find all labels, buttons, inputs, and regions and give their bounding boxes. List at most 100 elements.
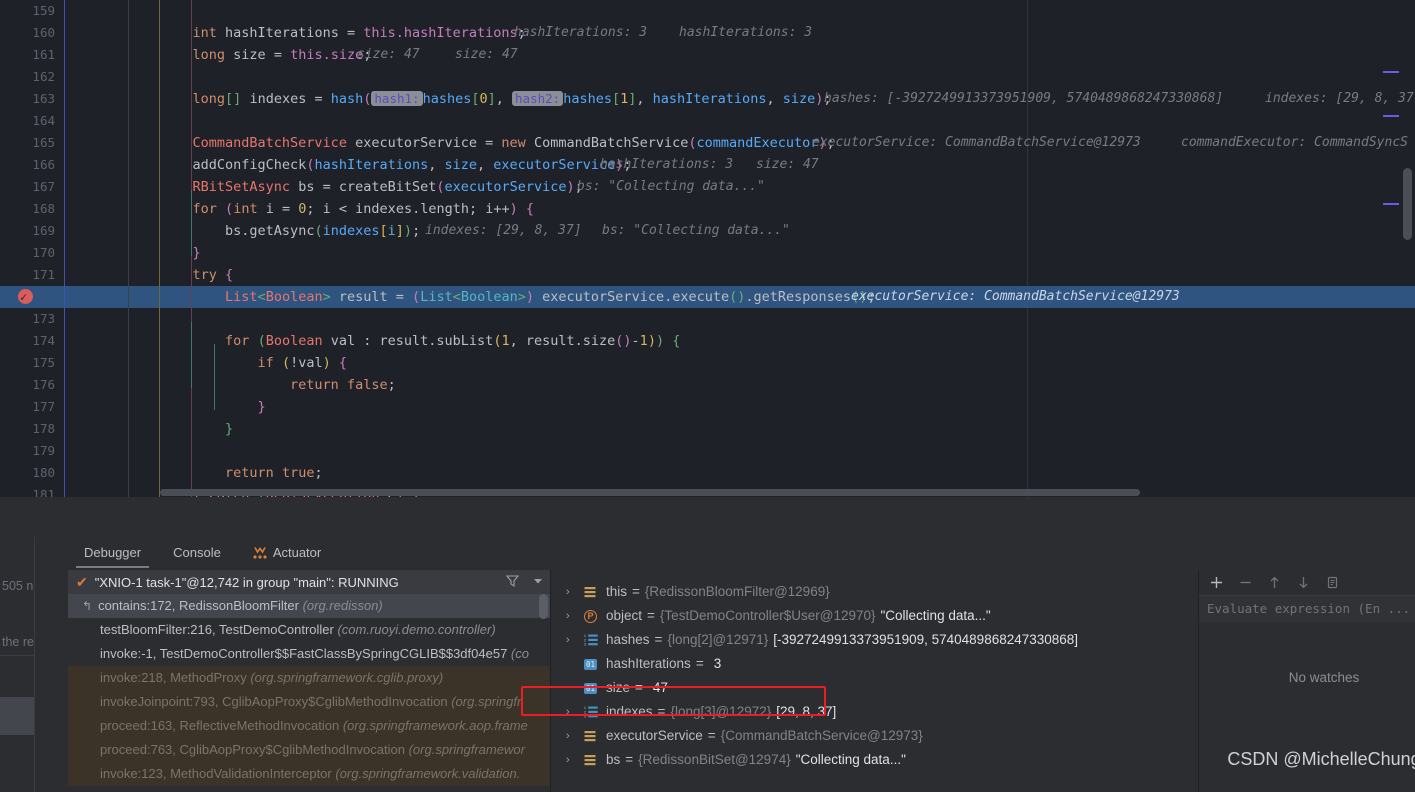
frames-scrollbar[interactable] [539,594,548,619]
code-line[interactable]: 165 CommandBatchService executorService … [0,132,1415,154]
breakpoint-icon[interactable] [18,286,33,308]
code-line[interactable]: 159 [0,0,1415,22]
code-line[interactable]: 162 [0,66,1415,88]
remove-icon[interactable] [1238,575,1253,590]
code-line[interactable]: 178 } [0,418,1415,440]
variable-row[interactable]: › 1 2 3 indexes = {long[3]@12972} [29, 8, 37] [554,700,1198,724]
code-fold-column[interactable] [128,396,160,418]
code-fold-column[interactable] [128,88,160,110]
debug-tab-strip: Debugger Console Actuator [68,537,337,568]
code-token: size [582,333,616,349]
stack-frame-item[interactable]: testBloomFilter:216, TestDemoController … [68,618,550,642]
code-line[interactable]: 173 [0,308,1415,330]
code-line[interactable]: 180 return true; [0,462,1415,484]
code-token: ; i [306,201,339,217]
variable-row[interactable]: › bs = {RedissonBitSet@12974} "Collecting da… [554,748,1198,772]
code-line[interactable]: 179 [0,440,1415,462]
add-icon[interactable] [1209,575,1224,590]
variable-row[interactable]: 01 size = 47 [554,676,1198,700]
code-token: [ [225,91,234,107]
code-line[interactable]: 174 for (Boolean val : result.subList(1,… [0,330,1415,352]
variable-row[interactable]: › Pobject = {TestDemoController$User@12970}… [554,604,1198,628]
frame-method: invoke:-1, TestDemoController$$FastClass… [100,646,511,661]
code-line[interactable]: 161 long size = this.size; size: 47 size: … [0,44,1415,66]
code-fold-column[interactable] [128,44,160,66]
code-line[interactable]: 175 if (!val) { [0,352,1415,374]
code-line[interactable]: 167 RBitSetAsync bs = createBitSet(execu… [0,176,1415,198]
code-token: ] [487,91,496,107]
variable-row[interactable]: 01 hashIterations = 3 [554,652,1198,676]
code-fold-column[interactable] [128,308,160,330]
stack-frame-item[interactable]: invokeJoinpoint:793, CglibAopProxy$Cglib… [68,690,550,714]
stack-frame-item[interactable]: ↰ contains:172, RedissonBloomFilter (org.… [68,594,550,618]
code-fold-column[interactable] [128,418,160,440]
code-line[interactable]: List<Boolean> result = (List<Boolean>) e… [0,286,1415,308]
frames-variables-divider[interactable] [550,570,551,792]
stack-frame-item[interactable]: proceed:163, ReflectiveMethodInvocation … [68,714,550,738]
thread-label: "XNIO-1 task-1"@12,742 in group "main": … [94,574,399,590]
variables-panel[interactable]: › this = {RedissonBloomFilter@12969} › Pobjec… [554,570,1198,792]
code-line[interactable]: 166 addConfigCheck(hashIterations, size,… [0,154,1415,176]
code-fold-column[interactable] [128,198,160,220]
code-fold-column[interactable] [128,264,160,286]
gutter-marker-column [64,22,128,44]
code-fold-column[interactable] [128,330,160,352]
code-fold-column[interactable] [128,462,160,484]
code-fold-column[interactable] [128,154,160,176]
variable-row[interactable]: › this = {RedissonBloomFilter@12969} [554,580,1198,604]
filter-icon[interactable] [505,573,520,588]
editor-vertical-scrollbar[interactable] [1403,168,1412,240]
code-fold-column[interactable] [128,176,160,198]
code-fold-column[interactable] [128,242,160,264]
tab-console[interactable]: Console [157,537,237,568]
code-fold-column[interactable] [128,0,160,22]
expand-chevron-icon[interactable]: › [566,604,584,628]
stack-frame-item[interactable]: invoke:123, MethodValidationInterceptor … [68,762,550,786]
code-fold-column[interactable] [128,110,160,132]
tab-debugger[interactable]: Debugger [68,537,157,568]
code-token: ( [281,355,291,371]
tab-actuator[interactable]: Actuator [237,537,337,568]
expand-chevron-icon[interactable]: › [566,748,584,772]
code-line[interactable]: 164 [0,110,1415,132]
expand-chevron-icon[interactable]: › [566,580,584,604]
move-down-icon[interactable] [1296,575,1311,590]
code-fold-column[interactable] [128,132,160,154]
code-tokens: int hashIterations = this.hashIterations… [160,22,526,44]
code-line[interactable]: 176 return false; [0,374,1415,396]
expand-chevron-icon[interactable]: › [566,628,584,652]
stack-frame-item[interactable]: invoke:-1, TestDemoController$$FastClass… [68,642,550,666]
chevron-down-icon[interactable] [532,575,544,587]
code-fold-column[interactable] [128,286,160,308]
expand-chevron-icon[interactable]: › [566,700,584,724]
expand-chevron-icon[interactable]: › [566,724,584,748]
move-up-icon[interactable] [1267,575,1282,590]
code-line[interactable]: 171 try { [0,264,1415,286]
code-line[interactable]: 163 long[] indexes = hash(hash1: hashes[0… [0,88,1415,110]
code-editor[interactable]: 159 160 int hashIterations = this.hashIte… [0,0,1415,497]
variable-row[interactable]: › 1 2 3 hashes = {long[2]@12971} [-392724991337… [554,628,1198,652]
call-stack-list[interactable]: ↰ contains:172, RedissonBloomFilter (org.… [68,594,550,792]
stack-frame-item[interactable]: invoke:218, MethodProxy (org.springframe… [68,666,550,690]
code-fold-column[interactable] [128,484,160,497]
code-line[interactable]: 169 bs.getAsync(indexes[i]); indexes: [29… [0,220,1415,242]
stack-frame-item[interactable]: proceed:763, CglibAopProxy$CglibMethodIn… [68,738,550,762]
copy-icon[interactable] [1325,575,1340,590]
code-line[interactable]: 170 } [0,242,1415,264]
variable-row[interactable]: › executorService = {CommandBatchService@12… [554,724,1198,748]
variable-name: executorService [606,728,703,743]
code-token: ) [403,223,413,239]
code-fold-column[interactable] [128,66,160,88]
code-fold-column[interactable] [128,22,160,44]
code-line[interactable]: 168 for (int i = 0; i < indexes.length; … [0,198,1415,220]
variable-name: hashIterations [606,656,691,671]
code-line[interactable]: 160 int hashIterations = this.hashIterat… [0,22,1415,44]
code-fold-column[interactable] [128,440,160,462]
code-fold-column[interactable] [128,220,160,242]
code-fold-column[interactable] [128,374,160,396]
evaluate-expression-input[interactable]: Evaluate expression (En ... Java [1199,596,1415,622]
thread-selector[interactable]: ✔ "XNIO-1 task-1"@12,742 in group "main"… [68,570,550,594]
code-line[interactable]: 177 } [0,396,1415,418]
code-fold-column[interactable] [128,352,160,374]
editor-horizontal-scrollbar[interactable] [160,489,1140,496]
